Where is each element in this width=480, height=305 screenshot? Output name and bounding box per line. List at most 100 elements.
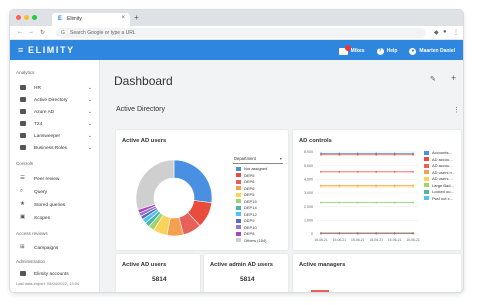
sidebar-item-t24[interactable]: T24 ⌄ [10,118,100,130]
add-icon[interactable]: + [451,73,456,83]
donut-slice[interactable] [135,159,175,211]
profile-icon[interactable]: ● [443,29,447,35]
data-point[interactable] [320,201,322,204]
data-point[interactable] [412,201,414,204]
chevron-down-icon: ⌄ [87,120,92,127]
legend-item[interactable]: AD accou... [424,163,460,169]
data-point[interactable] [320,170,322,173]
legend-item[interactable]: DEP9 [236,218,288,224]
data-point[interactable] [338,185,341,188]
browser-tab[interactable]: E Elimity × [52,13,130,26]
data-point[interactable] [375,170,378,173]
sidebar-item-campaigns[interactable]: ⊞ Campaigns [10,242,100,254]
window-close-dot[interactable] [16,15,21,20]
folder-icon [20,97,26,102]
legend-item[interactable]: DEP12 [236,212,288,218]
legend-item[interactable]: Accounts... [424,150,460,156]
y-tick-label: 3,000 [304,191,313,195]
manager-bar[interactable] [311,290,329,292]
data-point[interactable] [356,153,359,156]
legend-item[interactable]: DEP15 [236,199,288,205]
nav-help[interactable]: ? Help [376,47,397,55]
legend-item[interactable]: DEP8 [236,231,288,237]
sidebar-item-elimity-accounts[interactable]: Elimity accounts [10,268,100,280]
data-point[interactable] [412,170,414,173]
data-point[interactable] [393,185,396,188]
data-point[interactable] [393,201,396,204]
data-point[interactable] [338,232,341,235]
section-title: Active Directory [116,106,166,113]
data-point[interactable] [338,153,341,156]
data-point[interactable] [320,185,322,188]
edit-icon[interactable]: ✎ [430,75,436,83]
legend-item[interactable]: Locked ou... [424,189,460,195]
extension-icon[interactable]: ◆ [434,29,439,36]
legend-swatch [424,196,429,200]
data-point[interactable] [375,232,378,235]
reload-icon[interactable]: ↻ [40,29,45,36]
sidebar-item-lansweeper[interactable]: Lansweeper ⌄ [10,130,100,142]
address-bar[interactable]: G Search Google or type a URL [56,28,426,38]
back-icon[interactable]: ← [17,29,23,35]
sidebar-item-peer-review[interactable]: ☰ Peer review [10,173,100,185]
window-zoom-dot[interactable] [32,15,37,20]
data-point[interactable] [338,201,341,204]
legend-item[interactable]: AD users n... [424,170,460,176]
legend-item[interactable]: DEP14 [236,205,288,211]
new-tab-button[interactable]: + [134,13,139,22]
data-point[interactable] [412,185,414,188]
menu-icon[interactable]: ≡ [18,45,23,55]
window-minimize-dot[interactable] [24,15,29,20]
address-placeholder: Search Google or type a URL [70,30,136,36]
data-point[interactable] [412,232,414,235]
data-point[interactable] [356,185,359,188]
legend-item[interactable]: DEP5 [236,173,288,179]
data-point[interactable] [356,170,359,173]
y-tick-label: 2,000 [304,205,313,209]
folder-icon [20,109,26,114]
legend-item[interactable]: AD accou... [424,157,460,163]
data-point[interactable] [338,170,341,173]
data-point[interactable] [375,185,378,188]
legend-item[interactable]: DEP10 [236,225,288,231]
legend-item[interactable]: DEP5 [236,192,288,198]
nav-user[interactable]: ● Maarten Daniel [409,47,455,55]
x-tick-label: 15-06-21 [351,238,365,242]
app-logo[interactable]: ELIMITY [28,45,75,55]
sidebar-item-business-roles[interactable]: Business Roles ⌄ [10,142,100,154]
tab-close-icon[interactable]: × [121,15,125,21]
nav-mikes[interactable]: Mikes [338,44,365,55]
legend-item[interactable]: Large Bad... [424,183,460,189]
legend-item[interactable]: AD users ... [424,176,460,182]
data-point[interactable] [375,201,378,204]
sidebar-item-active-directory[interactable]: Active Directory ⌄ [10,94,100,106]
data-point[interactable] [356,232,359,235]
legend-item[interactable]: Not assigned [236,166,288,172]
legend-label: DEP5 [244,192,255,197]
data-point[interactable] [393,153,396,156]
forward-icon[interactable]: → [28,29,34,35]
browser-menu-icon[interactable]: ⋮ [453,29,459,36]
legend-item[interactable]: DEP6 [236,186,288,192]
sidebar-item-query[interactable]: ⌕ Query [10,186,100,198]
donut-slice[interactable] [173,159,213,204]
data-point[interactable] [320,153,322,156]
sidebar-item-scopes[interactable]: ▣ Scopes [10,212,100,224]
more-options-icon[interactable]: ⋮ [453,106,460,114]
sidebar-item-hr[interactable]: HR ⌄ [10,82,100,94]
data-point[interactable] [393,170,396,173]
legend-swatch [236,186,241,190]
data-point[interactable] [356,201,359,204]
x-tick-label: 15-06-21 [406,238,420,242]
sidebar-item-stored-queries[interactable]: ★ Stored queries [10,199,100,211]
legend-item[interactable]: Others (194) [236,238,288,244]
sidebar-item-azure-ad[interactable]: Azure AD ⌄ [10,106,100,118]
department-select[interactable]: Department ▾ [233,155,283,164]
data-point[interactable] [393,232,396,235]
data-point[interactable] [412,153,414,156]
data-point[interactable] [320,232,322,235]
legend-item[interactable]: DEP6 [236,179,288,185]
legend-swatch [236,225,241,229]
legend-item[interactable]: Pwd not c... [424,196,460,202]
data-point[interactable] [375,153,378,156]
